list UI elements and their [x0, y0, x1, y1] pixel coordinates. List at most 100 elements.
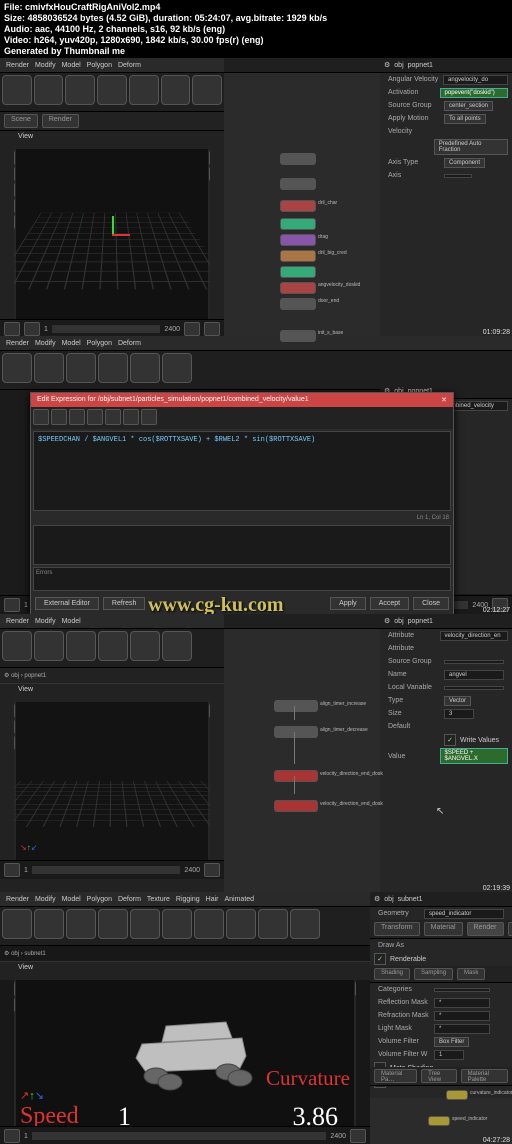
snap-icon[interactable]: [209, 151, 210, 165]
size-field[interactable]: 3: [444, 709, 474, 719]
shelf-tool[interactable]: [162, 909, 192, 939]
menu-bar[interactable]: Render Modify Model Polygon Deform Textu…: [0, 892, 370, 907]
axis-type-dropdown[interactable]: Component: [444, 158, 485, 168]
menu-item[interactable]: Model: [62, 896, 81, 903]
menu-item[interactable]: Model: [62, 618, 81, 625]
play-first-icon[interactable]: [4, 1129, 20, 1143]
menu-item[interactable]: Deform: [118, 340, 141, 347]
node[interactable]: [274, 800, 318, 812]
play-next-icon[interactable]: [204, 322, 220, 336]
tab[interactable]: Shading: [374, 968, 410, 980]
shelf-tool[interactable]: [2, 75, 32, 105]
toolbar-button[interactable]: [33, 409, 49, 425]
refl-mask-field[interactable]: *: [434, 998, 490, 1008]
external-editor-button[interactable]: External Editor: [35, 597, 99, 610]
toolbar-button[interactable]: [87, 409, 103, 425]
shelf-tool[interactable]: [192, 75, 222, 105]
shelf-tool[interactable]: [98, 631, 128, 661]
play-icon[interactable]: [184, 322, 200, 336]
node[interactable]: [446, 1090, 468, 1100]
axis-value[interactable]: [444, 174, 472, 178]
menu-bar[interactable]: Render Modify Model Polygon Deform: [0, 336, 512, 351]
menu-item[interactable]: Deform: [118, 62, 141, 69]
accept-button[interactable]: Accept: [370, 597, 409, 610]
op-name[interactable]: angvelocity_do: [443, 75, 508, 85]
right-tool-column[interactable]: [354, 980, 356, 1126]
menu-item[interactable]: Model: [62, 62, 81, 69]
snap-icon[interactable]: [209, 704, 210, 718]
menu-item[interactable]: Render: [6, 618, 29, 625]
volfw-field[interactable]: 1: [434, 1050, 464, 1060]
toolbar-button[interactable]: [51, 409, 67, 425]
arrow-icon[interactable]: [14, 982, 15, 996]
breadcrumb[interactable]: subnet1: [398, 896, 423, 903]
op-name-field[interactable]: speed_indicator: [424, 909, 504, 919]
tab[interactable]: Misc: [508, 922, 512, 936]
node[interactable]: [280, 218, 316, 230]
breadcrumb[interactable]: obj: [394, 62, 403, 69]
node[interactable]: [280, 266, 316, 278]
shelf-tool[interactable]: [161, 75, 191, 105]
shelf-tool[interactable]: [98, 353, 128, 383]
refresh-button[interactable]: Refresh: [103, 597, 146, 610]
velocity-dropdown[interactable]: Predefined Auto Fraction: [434, 139, 508, 155]
time-slider[interactable]: [32, 866, 181, 874]
play-first-icon[interactable]: [4, 863, 20, 877]
menu-item[interactable]: Modify: [35, 896, 56, 903]
pane-tabs[interactable]: Scene Render: [0, 112, 224, 131]
shelf-tool[interactable]: [194, 909, 224, 939]
node[interactable]: [280, 282, 316, 294]
categories-field[interactable]: [434, 988, 490, 992]
editor-toolbar[interactable]: [31, 407, 453, 429]
shelf-tool[interactable]: [34, 75, 64, 105]
menu-item[interactable]: Modify: [35, 618, 56, 625]
play-icon[interactable]: [350, 1129, 366, 1143]
tool-column[interactable]: [14, 980, 16, 1126]
network-tabs[interactable]: Material Pa… Tree View Material Palette: [370, 1067, 512, 1086]
refr-mask-field[interactable]: *: [434, 1011, 490, 1021]
tab[interactable]: Scene: [4, 114, 38, 128]
shelf-tool[interactable]: [2, 353, 32, 383]
breadcrumb[interactable]: popnet1: [408, 618, 433, 625]
tab[interactable]: Tree View: [421, 1069, 456, 1083]
code-area[interactable]: $SPEEDCHAN / $ANGVEL1 * cos($ROTTXSAVE) …: [33, 431, 451, 511]
gear-icon[interactable]: ⚙: [4, 951, 9, 957]
menu-item[interactable]: Rigging: [176, 896, 200, 903]
menu-item[interactable]: Render: [6, 340, 29, 347]
op-name-field[interactable]: velocity_direction_en: [440, 631, 508, 641]
select-icon[interactable]: [14, 720, 15, 734]
timeline[interactable]: 1 2400: [0, 1126, 370, 1144]
shelf-tool[interactable]: [66, 631, 96, 661]
play-icon[interactable]: [204, 863, 220, 877]
time-slider[interactable]: [32, 1132, 327, 1140]
expression-editor[interactable]: Edit Expression for /obj/subnet1/particl…: [30, 392, 454, 614]
node-graph[interactable]: [224, 614, 380, 892]
tab[interactable]: Render: [42, 114, 79, 128]
shelf[interactable]: [0, 907, 370, 946]
gear-icon[interactable]: ⚙: [4, 673, 9, 679]
node[interactable]: [274, 726, 318, 738]
shelf-tool[interactable]: [130, 909, 160, 939]
localvar-field[interactable]: [444, 686, 504, 690]
param-tabs[interactable]: Transform Material Render Misc: [370, 920, 512, 939]
renderable-checkbox[interactable]: ✓: [374, 953, 386, 965]
shelf-tool[interactable]: [34, 353, 64, 383]
viewport-grid[interactable]: [14, 781, 210, 827]
menu-item[interactable]: Model: [62, 340, 81, 347]
source-group-dropdown[interactable]: center_section: [444, 101, 493, 111]
close-icon[interactable]: ✕: [441, 396, 447, 404]
arrow-icon[interactable]: [14, 704, 15, 718]
tab[interactable]: Material Pa…: [374, 1069, 417, 1083]
node[interactable]: [274, 770, 318, 782]
apply-button[interactable]: Apply: [330, 597, 366, 610]
rotate-icon[interactable]: [14, 199, 15, 213]
shelf-tool[interactable]: [258, 909, 288, 939]
tab[interactable]: Transform: [374, 922, 420, 936]
apply-motion-dropdown[interactable]: To all points: [444, 114, 486, 124]
shelf-tool[interactable]: [34, 909, 64, 939]
shelf-tool[interactable]: [130, 631, 160, 661]
select-icon[interactable]: [14, 167, 15, 181]
volfilter-dropdown[interactable]: Box Filter: [434, 1037, 469, 1047]
menu-bar[interactable]: Render Modify Model Polygon Deform: [0, 58, 224, 73]
tab-active[interactable]: Render: [467, 922, 504, 936]
